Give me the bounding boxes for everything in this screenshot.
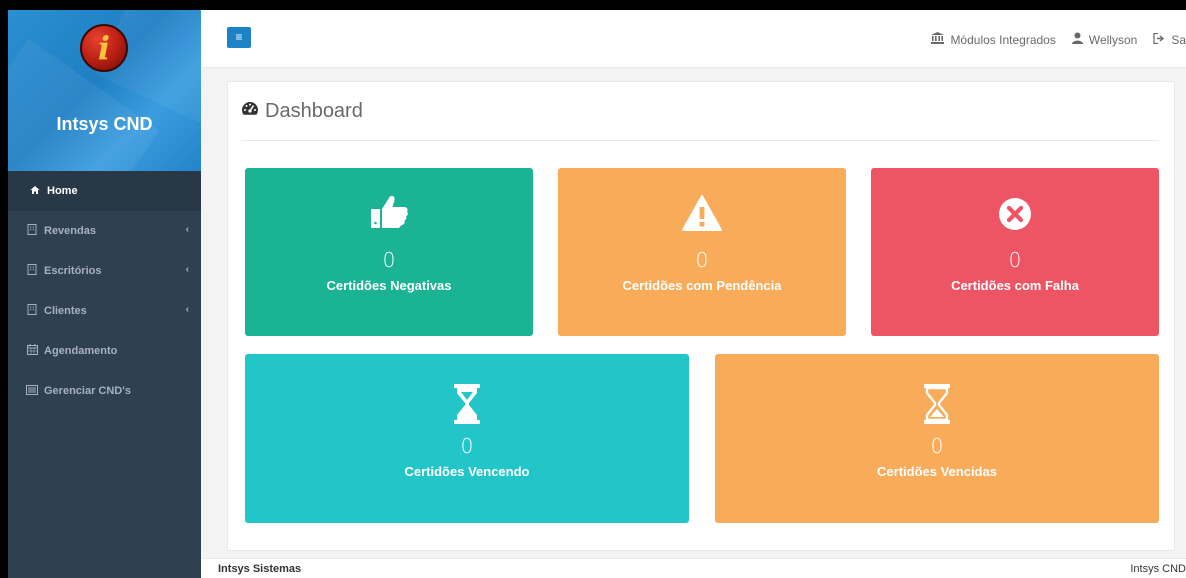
sidebar: i Intsys CND Home Revendas ‹ Escritórios… (8, 10, 201, 578)
institution-icon (931, 32, 945, 47)
sidebar-item-label: Agendamento (44, 345, 118, 357)
user-icon (1071, 32, 1083, 47)
modulos-integrados-label: Módulos Integrados (950, 32, 1056, 47)
footer: Intsys Sistemas Intsys CND (201, 558, 1186, 578)
dashboard-icon (241, 101, 259, 122)
building-icon (26, 304, 38, 318)
user-menu-link[interactable]: Wellyson (1071, 32, 1138, 47)
dashboard-panel: Dashboard 0 Certidões Negativas 0 Certid… (227, 81, 1175, 551)
modulos-integrados-link[interactable]: Módulos Integrados (931, 32, 1056, 47)
page-title: Dashboard (241, 100, 363, 123)
logo-letter: i (97, 29, 111, 67)
card-certidoes-vencidas[interactable]: 0 Certidões Vencidas (715, 354, 1159, 523)
logo-icon: i (80, 24, 128, 72)
chevron-left-icon: ‹ (185, 304, 189, 315)
top-navbar: ≡ Módulos Integrados Wellyson Sa (201, 10, 1186, 68)
sidebar-item-gerenciar-cnds[interactable]: Gerenciar CND's (8, 371, 201, 411)
card-label: Certidões com Pendência (622, 278, 782, 293)
hourglass-half-icon (715, 384, 1159, 429)
hamburger-icon: ≡ (235, 30, 243, 44)
top-nav-links: Módulos Integrados Wellyson Sa (915, 32, 1186, 47)
sign-out-icon (1153, 32, 1165, 47)
sidebar-item-escritorios[interactable]: Escritórios ‹ (8, 251, 201, 291)
sidebar-item-clientes[interactable]: Clientes ‹ (8, 291, 201, 331)
card-count: 0 (382, 248, 396, 272)
card-count: 0 (460, 434, 474, 458)
footer-app-name: Intsys CND (1130, 563, 1186, 575)
calendar-icon (26, 344, 38, 358)
sidebar-item-label: Clientes (44, 305, 87, 317)
card-count: 0 (695, 248, 709, 272)
sign-out-label: Sa (1171, 32, 1186, 47)
building-icon (26, 264, 38, 278)
card-count: 0 (1008, 248, 1022, 272)
menu-toggle-button[interactable]: ≡ (227, 27, 251, 48)
building-icon (26, 224, 38, 238)
chevron-left-icon: ‹ (185, 264, 189, 275)
user-name-label: Wellyson (1088, 32, 1138, 47)
brand-header: i Intsys CND (8, 10, 201, 171)
sidebar-nav: Home Revendas ‹ Escritórios ‹ Clientes ‹… (8, 171, 201, 411)
card-label: Certidões Vencendo (404, 464, 530, 479)
thumbs-up-icon (245, 194, 533, 235)
sidebar-item-label: Revendas (44, 225, 96, 237)
sign-out-link[interactable]: Sa (1153, 32, 1186, 47)
card-count: 0 (930, 434, 944, 458)
hourglass-icon (245, 384, 689, 429)
card-certidoes-vencendo[interactable]: 0 Certidões Vencendo (245, 354, 689, 523)
times-circle-icon (871, 197, 1159, 236)
sidebar-item-label: Escritórios (44, 265, 102, 277)
card-label: Certidões Vencidas (877, 464, 997, 479)
card-label: Certidões com Falha (951, 278, 1079, 293)
sidebar-item-label: Home (47, 185, 78, 197)
home-icon (29, 185, 41, 198)
list-icon (26, 384, 38, 398)
page-title-text: Dashboard (265, 100, 363, 122)
sidebar-item-agendamento[interactable]: Agendamento (8, 331, 201, 371)
title-divider (241, 140, 1159, 141)
card-certidoes-negativas[interactable]: 0 Certidões Negativas (245, 168, 533, 336)
card-certidoes-pendencia[interactable]: 0 Certidões com Pendência (558, 168, 846, 336)
sidebar-item-label: Gerenciar CND's (44, 385, 131, 397)
warning-icon (558, 194, 846, 237)
chevron-left-icon: ‹ (185, 224, 189, 235)
sidebar-item-home[interactable]: Home (8, 171, 201, 211)
app-window: i Intsys CND Home Revendas ‹ Escritórios… (8, 10, 1186, 578)
footer-company: Intsys Sistemas (218, 563, 302, 575)
brand-title: Intsys CND (56, 114, 153, 134)
card-label: Certidões Negativas (326, 278, 452, 293)
sidebar-item-revendas[interactable]: Revendas ‹ (8, 211, 201, 251)
card-certidoes-falha[interactable]: 0 Certidões com Falha (871, 168, 1159, 336)
